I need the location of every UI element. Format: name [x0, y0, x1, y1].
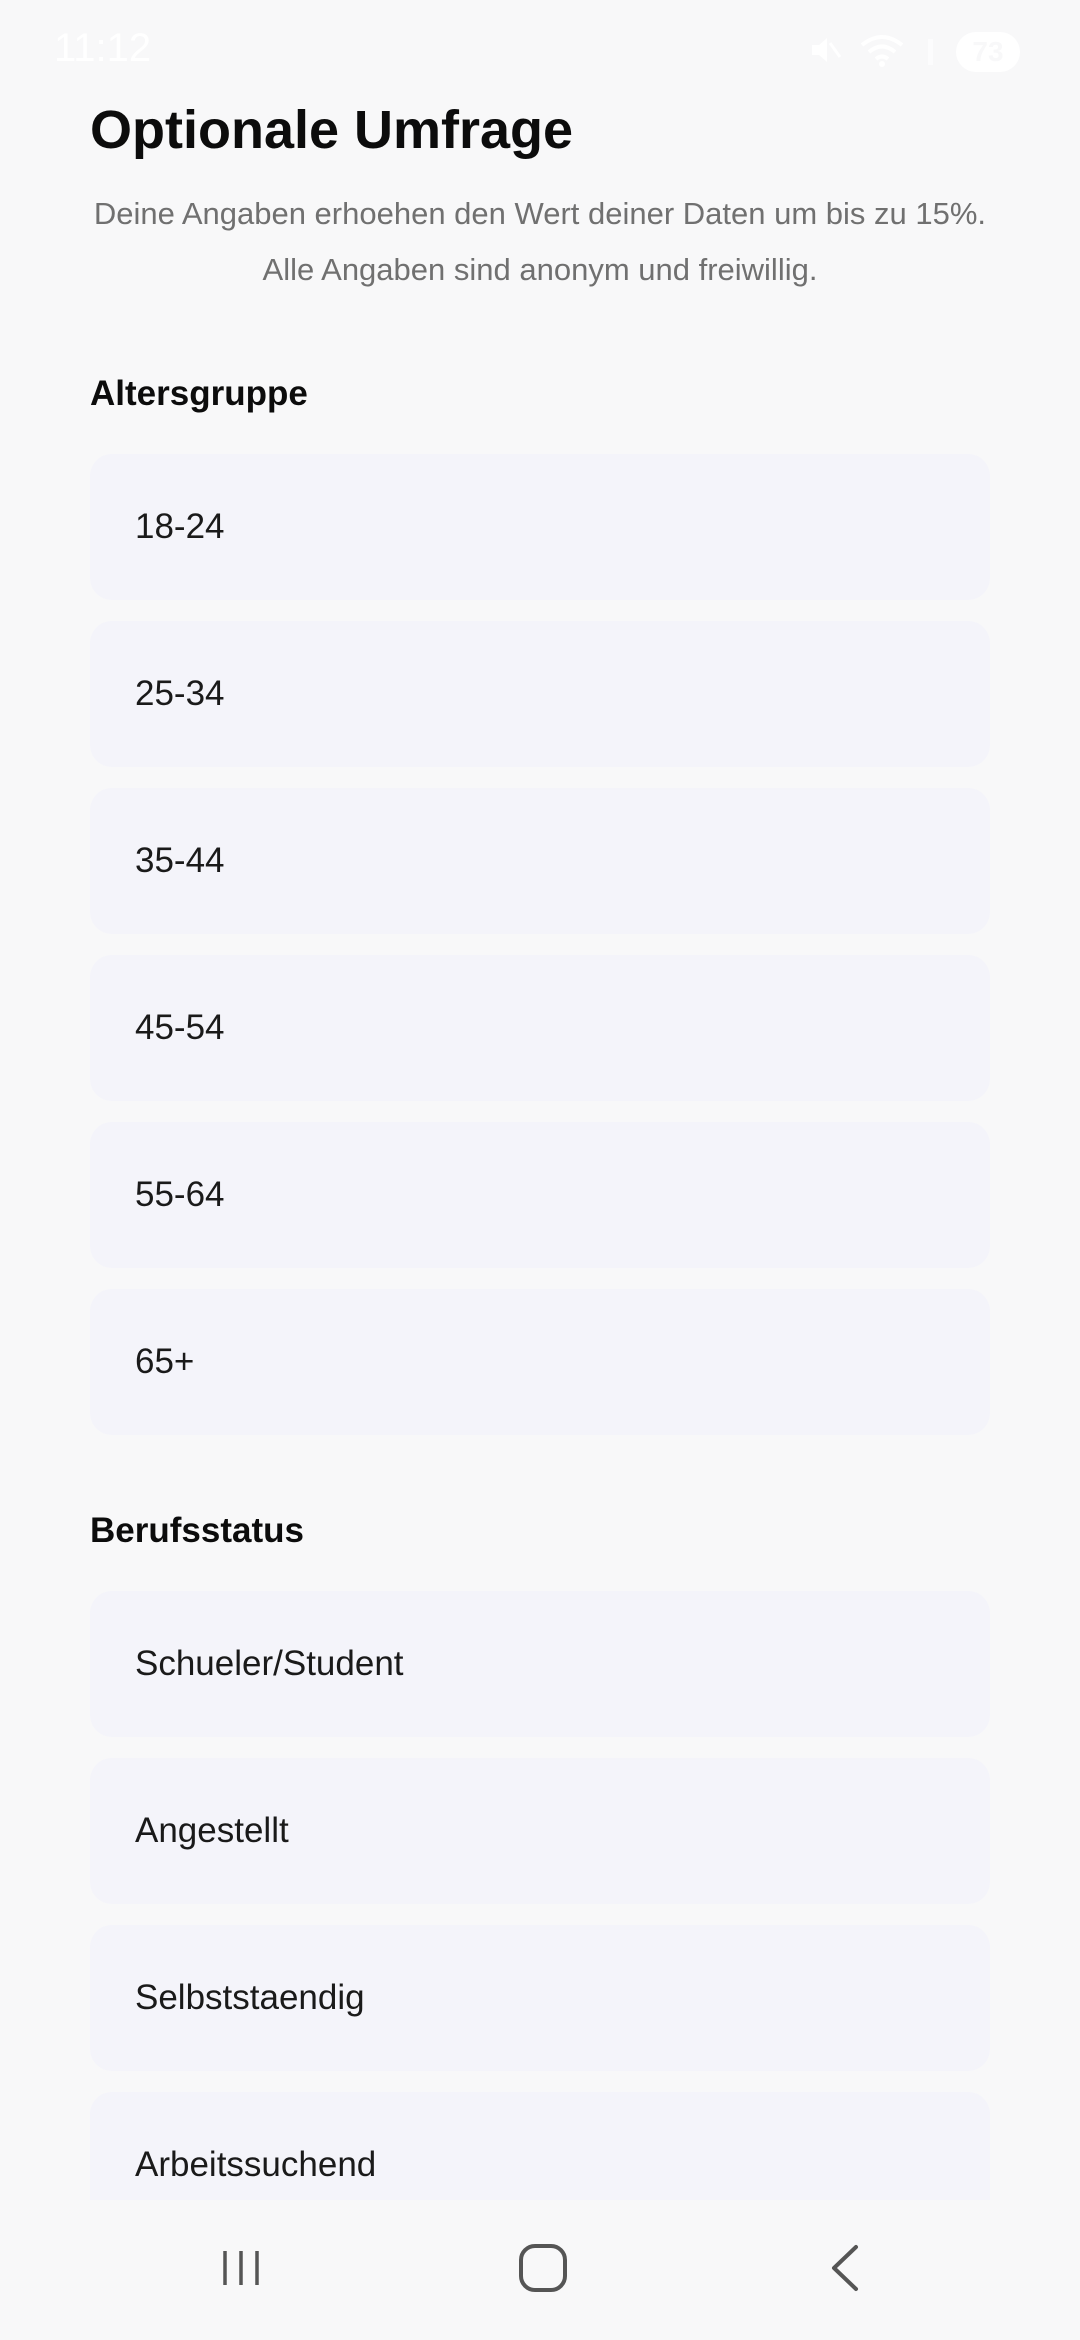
age-option-45-54[interactable]: 45-54 — [90, 955, 990, 1101]
age-group-options: 18-24 25-34 35-44 45-54 55-64 65+ — [90, 454, 990, 1435]
job-option-student[interactable]: Schueler/Student — [90, 1591, 990, 1737]
job-option-employed[interactable]: Angestellt — [90, 1758, 990, 1904]
survey-intro-text: Deine Angaben erhoehen den Wert deiner D… — [93, 196, 987, 287]
age-option-55-64[interactable]: 55-64 — [90, 1122, 990, 1268]
status-icons: 73 — [808, 30, 1020, 74]
age-group-heading: Altersgruppe — [90, 374, 308, 413]
age-option-25-34[interactable]: 25-34 — [90, 621, 990, 767]
page-title: Optionale Umfrage — [90, 100, 574, 160]
home-button[interactable] — [483, 2230, 603, 2310]
job-option-self-employed[interactable]: Selbststaendig — [90, 1925, 990, 2071]
survey-content: Optionale Umfrage Deine Angaben erhoehen… — [90, 80, 990, 2259]
mute-icon — [808, 33, 842, 72]
recent-apps-icon — [216, 2243, 266, 2298]
age-option-65-plus[interactable]: 65+ — [90, 1289, 990, 1435]
job-status-options: Schueler/Student Angestellt Selbststaend… — [90, 1591, 990, 2238]
back-icon — [820, 2241, 870, 2300]
navigation-bar — [0, 2200, 1080, 2340]
recent-apps-button[interactable] — [181, 2230, 301, 2310]
battery-icon: 73 — [956, 32, 1020, 72]
age-option-35-44[interactable]: 35-44 — [90, 788, 990, 934]
signal-icon — [922, 33, 938, 72]
back-button[interactable] — [785, 2230, 905, 2310]
job-status-heading: Berufsstatus — [90, 1511, 304, 1550]
status-time: 11:12 — [54, 26, 152, 70]
home-icon — [516, 2241, 570, 2300]
survey-screen: 11:12 73 Optionale Umfrage Deine Angaben… — [0, 0, 1080, 2340]
age-option-18-24[interactable]: 18-24 — [90, 454, 990, 600]
wifi-icon — [860, 33, 904, 72]
